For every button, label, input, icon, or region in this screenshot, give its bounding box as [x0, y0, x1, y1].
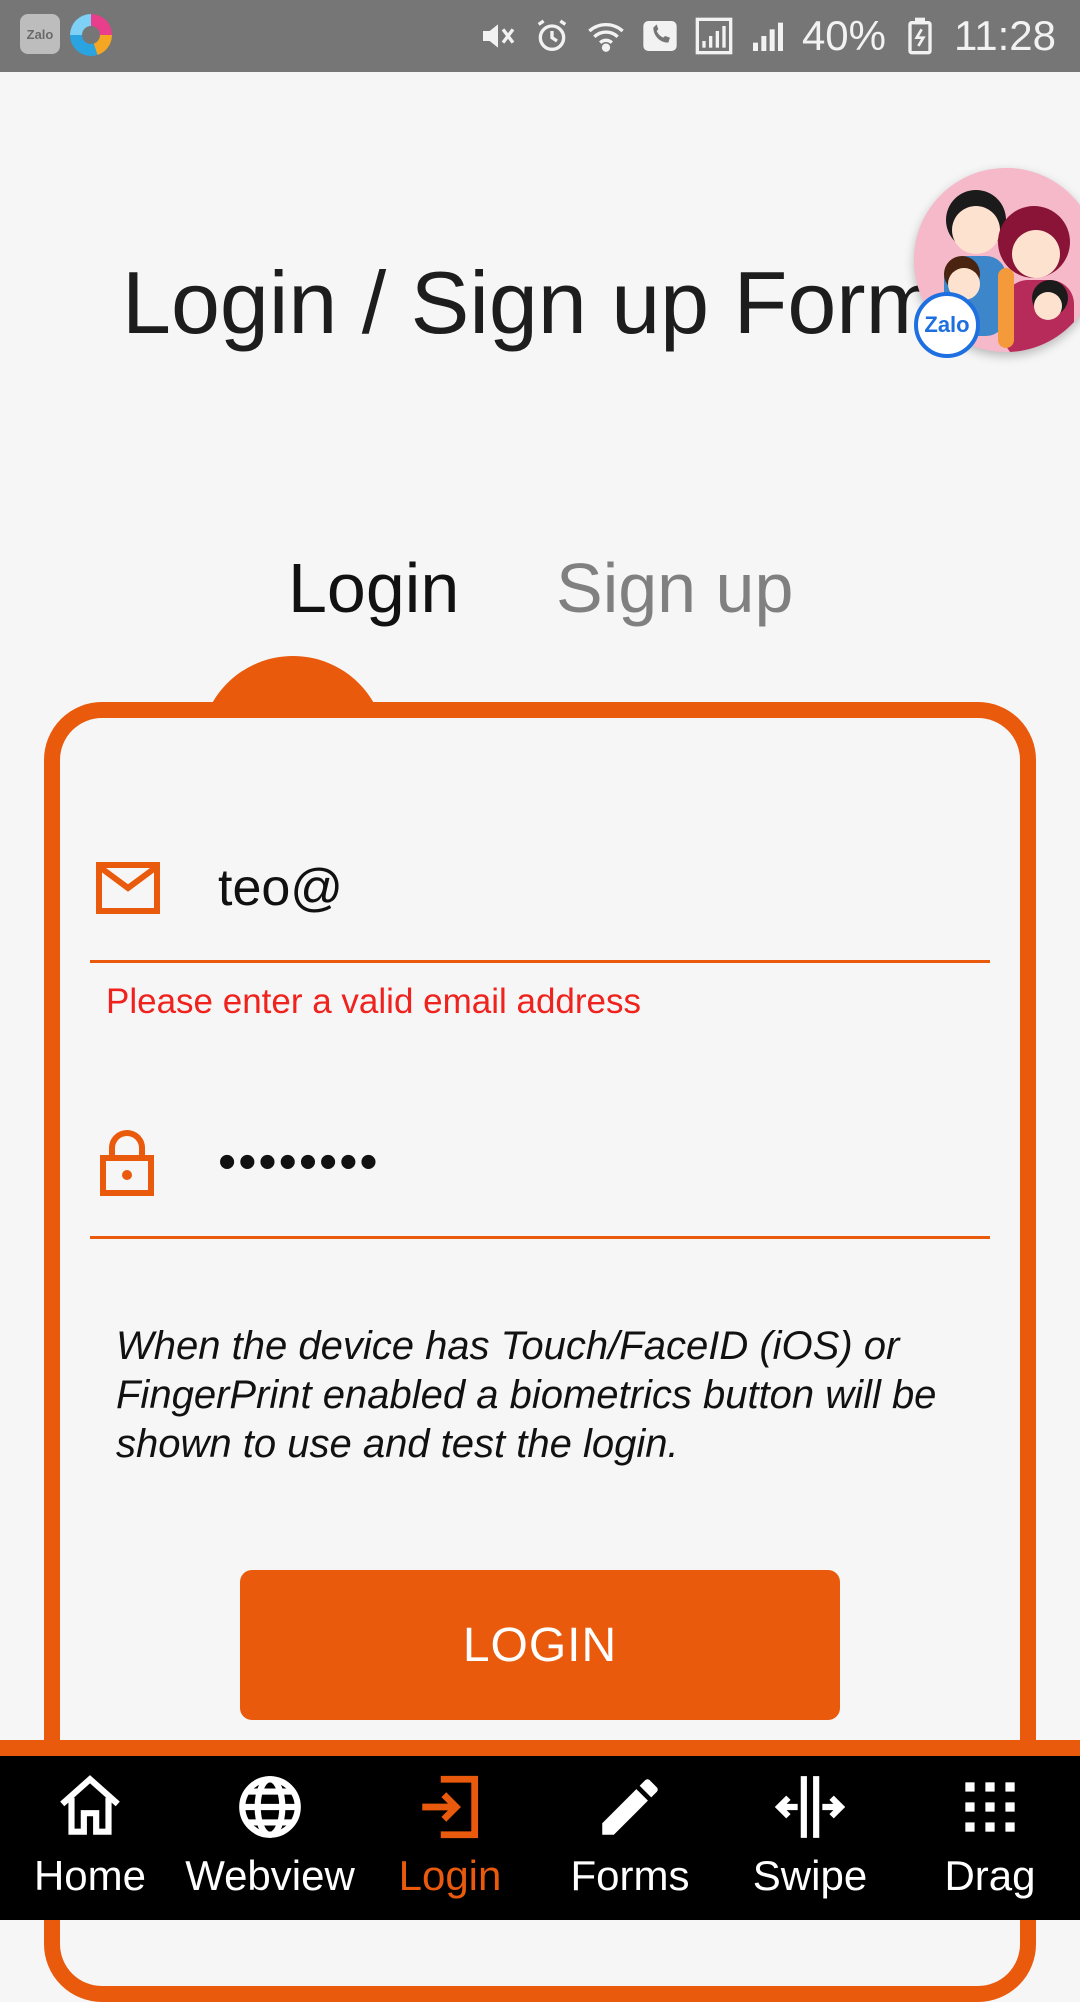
nav-item-webview[interactable]: Webview	[180, 1756, 360, 1920]
battery-percentage: 40%	[801, 12, 886, 59]
nav-label: Drag	[944, 1852, 1036, 1899]
swipe-icon	[774, 1776, 846, 1838]
nav-item-login[interactable]: Login	[360, 1756, 540, 1920]
mail-icon	[96, 862, 160, 914]
home-icon	[60, 1775, 120, 1835]
email-field[interactable]: teo@	[218, 858, 343, 918]
bottom-navigation: Home Webview Login Forms Swipe Drag	[0, 1740, 1080, 1920]
tab-login[interactable]: Login	[288, 548, 459, 628]
nav-label: Login	[398, 1852, 502, 1899]
zalo-badge: Zalo	[914, 292, 980, 358]
nav-item-home[interactable]: Home	[0, 1756, 180, 1920]
battery-icon	[908, 17, 932, 55]
page-title: Login / Sign up Form	[122, 253, 939, 352]
alarm-icon	[537, 19, 567, 52]
nav-item-drag[interactable]: Drag	[900, 1756, 1080, 1920]
grid-icon	[965, 1782, 1015, 1832]
nav-label: Swipe	[752, 1852, 868, 1899]
mute-icon	[482, 24, 515, 48]
email-error-message: Please enter a valid email address	[106, 982, 642, 1021]
nav-item-forms[interactable]: Forms	[540, 1756, 720, 1920]
tab-sign-up[interactable]: Sign up	[556, 548, 793, 628]
signal-icon	[752, 22, 783, 51]
globe-icon	[239, 1776, 301, 1838]
password-underline	[90, 1236, 990, 1239]
pencil-icon	[602, 1779, 658, 1835]
zalo-icon: Zalo	[20, 14, 60, 54]
status-bar: Zalo 40% 11:28	[0, 0, 1080, 72]
biometrics-hint: When the device has Touch/FaceID (iOS) o…	[116, 1324, 937, 1466]
login-icon	[422, 1775, 479, 1839]
signal-icon	[695, 17, 733, 55]
login-button[interactable]: LOGIN	[240, 1570, 840, 1720]
wifi-icon	[588, 23, 624, 52]
app-ball-icon	[70, 14, 112, 56]
nav-item-swipe[interactable]: Swipe	[720, 1756, 900, 1920]
nav-label: Home	[33, 1852, 147, 1899]
call-icon	[643, 21, 677, 51]
clock: 11:28	[954, 12, 1056, 59]
lock-icon	[100, 1130, 154, 1196]
password-field[interactable]: ••••••••	[218, 1132, 380, 1192]
email-underline	[90, 960, 990, 963]
nav-label: Webview	[185, 1852, 355, 1899]
nav-label: Forms	[570, 1852, 690, 1899]
